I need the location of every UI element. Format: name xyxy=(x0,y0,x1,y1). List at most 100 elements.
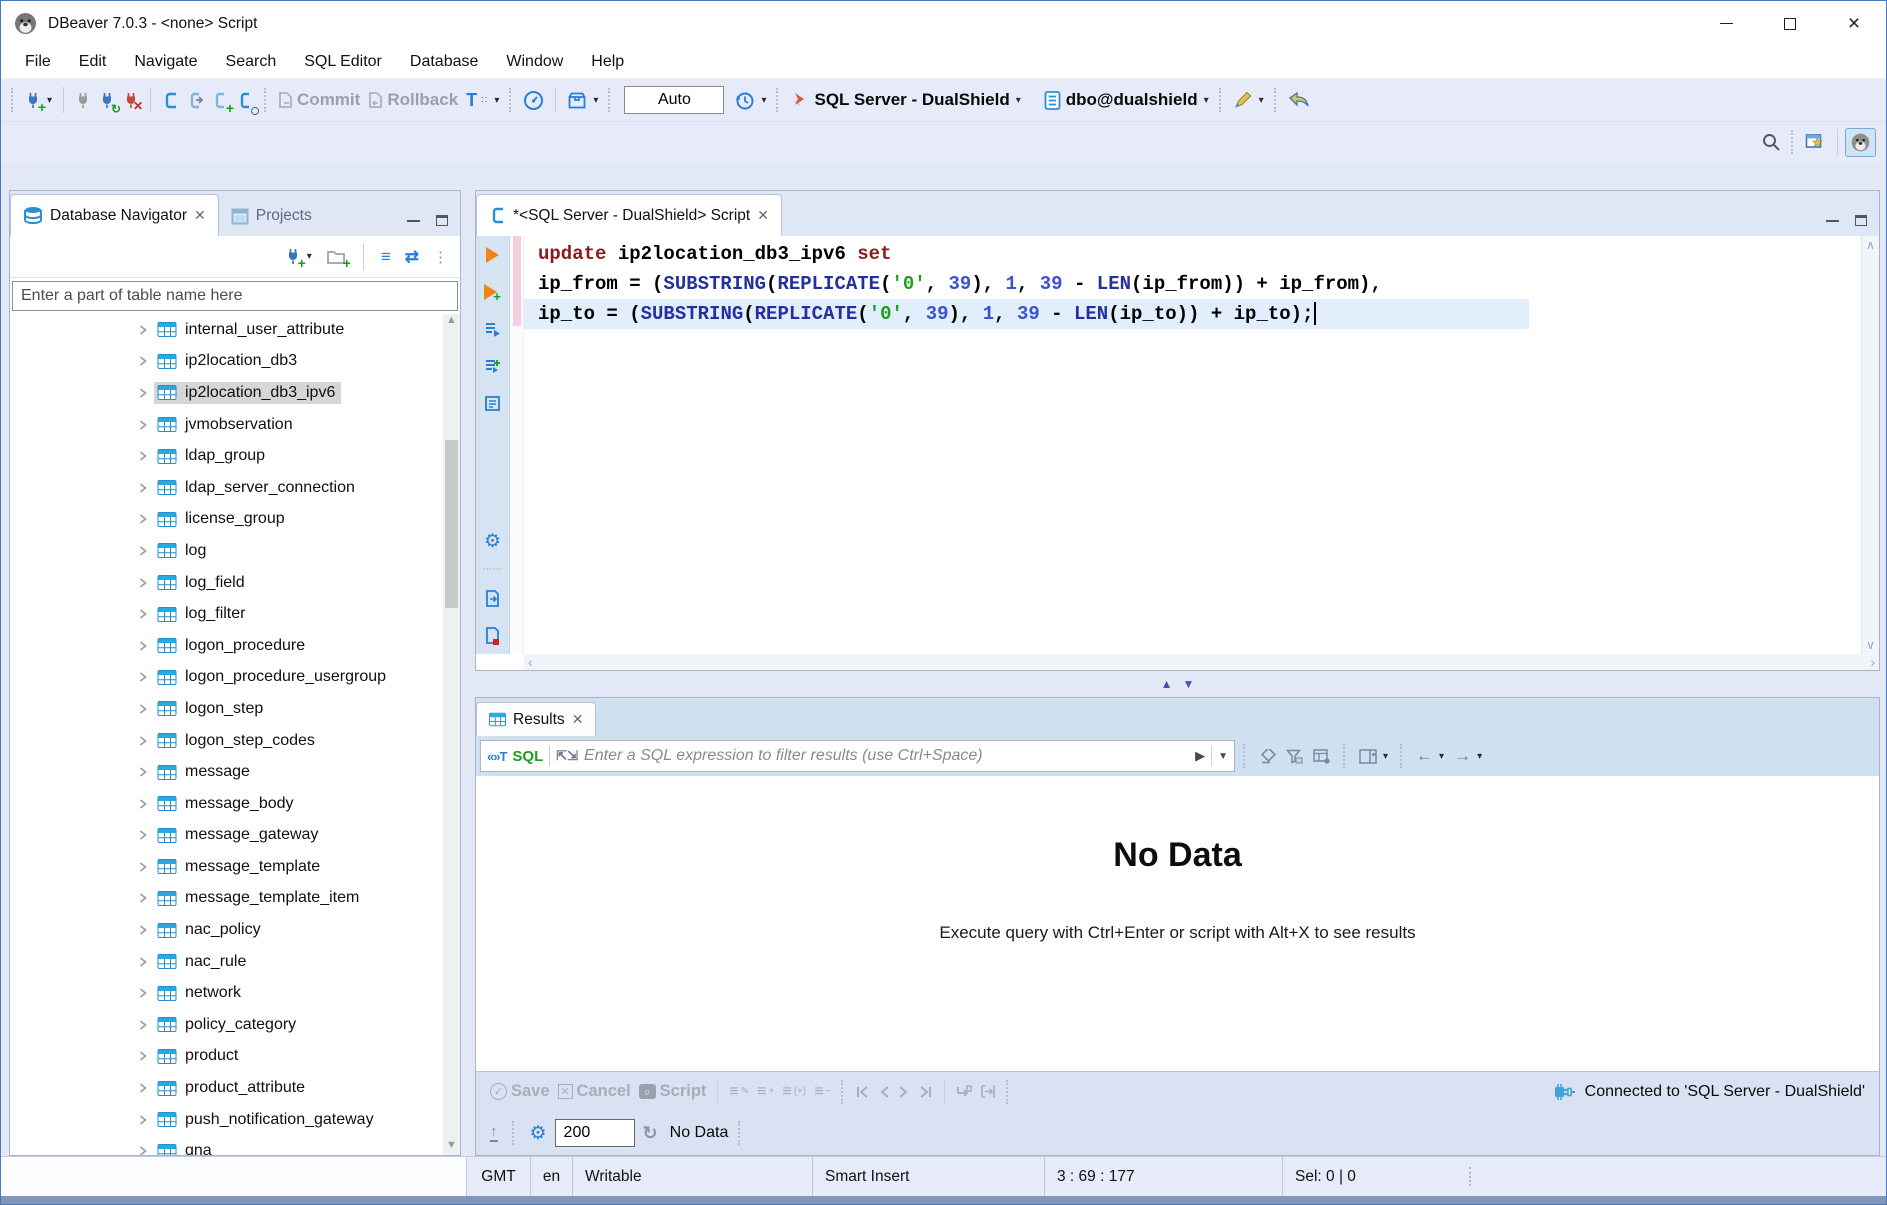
execute-new-tab-button[interactable]: + xyxy=(476,273,509,310)
expand-chevron-icon[interactable] xyxy=(138,1082,154,1094)
expand-chevron-icon[interactable] xyxy=(138,703,154,715)
tree-item-network[interactable]: network xyxy=(10,977,460,1009)
explain-plan-button[interactable] xyxy=(476,385,509,422)
sash-up-icon[interactable]: ▲ xyxy=(1161,677,1173,691)
expand-chevron-icon[interactable] xyxy=(138,766,154,778)
expand-chevron-icon[interactable] xyxy=(138,1019,154,1031)
panel-minimize-icon[interactable] xyxy=(1826,220,1839,222)
close-button[interactable]: × xyxy=(1822,1,1886,46)
tree-item-policy_category[interactable]: policy_category xyxy=(10,1009,460,1041)
editor-results-sash[interactable]: ▲ ▼ xyxy=(475,671,1880,697)
filter-history-icon[interactable]: ▼ xyxy=(1218,751,1228,762)
scroll-down-icon[interactable]: ∨ xyxy=(1866,638,1875,652)
expand-chevron-icon[interactable] xyxy=(138,671,154,683)
transaction-log-button[interactable]: ▾ xyxy=(730,87,770,114)
commit-mode-select[interactable]: Auto xyxy=(624,86,724,114)
previous-row-button[interactable] xyxy=(874,1082,894,1102)
menu-database[interactable]: Database xyxy=(396,53,493,71)
next-row-button[interactable] xyxy=(894,1082,914,1102)
menu-search[interactable]: Search xyxy=(212,53,291,71)
last-row-button[interactable] xyxy=(914,1082,937,1102)
collapse-all-button[interactable]: ≡ xyxy=(377,244,395,270)
expand-chevron-icon[interactable] xyxy=(138,987,154,999)
tree-item-ldap_group[interactable]: ldap_group xyxy=(10,440,460,472)
edit-row-button[interactable]: ≡✎ xyxy=(725,1080,753,1104)
custom-filter-button[interactable] xyxy=(1282,746,1307,767)
tree-item-logon_procedure_usergroup[interactable]: logon_procedure_usergroup xyxy=(10,662,460,694)
code-line-2[interactable]: ip_from = (SUBSTRING(REPLICATE('0', 39),… xyxy=(538,269,1861,299)
menu-window[interactable]: Window xyxy=(492,53,577,71)
previous-query-button[interactable] xyxy=(1284,87,1314,113)
expand-chevron-icon[interactable] xyxy=(138,513,154,525)
expand-chevron-icon[interactable] xyxy=(138,892,154,904)
tree-item-product_attribute[interactable]: product_attribute xyxy=(10,1072,460,1104)
fetch-page-button[interactable] xyxy=(952,1081,976,1102)
new-connection-button[interactable]: + ▾ xyxy=(21,89,56,112)
disconnect-button[interactable]: ✕ xyxy=(119,89,143,112)
tab-close-icon[interactable]: ✕ xyxy=(572,711,584,728)
tree-item-log_field[interactable]: log_field xyxy=(10,567,460,599)
expand-chevron-icon[interactable] xyxy=(138,419,154,431)
expand-chevron-icon[interactable] xyxy=(138,1050,154,1062)
tab-sql-script[interactable]: *<SQL Server - DualShield> Script ✕ xyxy=(476,194,782,236)
tree-item-push_notification_gateway[interactable]: push_notification_gateway xyxy=(10,1104,460,1136)
apply-filter-icon[interactable]: ▶ xyxy=(1195,748,1205,764)
copy-row-button[interactable]: ≡(+) xyxy=(778,1080,810,1104)
tree-item-nac_policy[interactable]: nac_policy xyxy=(10,914,460,946)
expand-chevron-icon[interactable] xyxy=(138,387,154,399)
scroll-down-icon[interactable]: ▼ xyxy=(446,1139,457,1155)
cancel-button[interactable]: ✕Cancel xyxy=(554,1079,635,1104)
script-button[interactable]: ○Script xyxy=(635,1079,711,1104)
menu-help[interactable]: Help xyxy=(577,53,638,71)
sql-editor-button[interactable] xyxy=(158,88,183,113)
export-result-button[interactable] xyxy=(476,579,509,616)
editor-settings-button[interactable]: ⚙ xyxy=(476,522,509,559)
tree-item-logon_step_codes[interactable]: logon_step_codes xyxy=(10,725,460,757)
tree-item-log_filter[interactable]: log_filter xyxy=(10,598,460,630)
editor-vertical-scrollbar[interactable]: ∧ ∨ xyxy=(1861,236,1879,654)
menu-file[interactable]: File xyxy=(11,53,65,71)
sash-down-icon[interactable]: ▼ xyxy=(1183,677,1195,691)
expand-chevron-icon[interactable] xyxy=(138,829,154,841)
sql-editor-new-button[interactable] xyxy=(183,88,208,113)
package-button[interactable]: ▾ xyxy=(563,88,602,113)
expand-chevron-icon[interactable] xyxy=(138,1114,154,1126)
expand-chevron-icon[interactable] xyxy=(138,577,154,589)
minimize-button[interactable] xyxy=(1694,1,1758,46)
tree-item-logon_procedure[interactable]: logon_procedure xyxy=(10,630,460,662)
grid-settings-button[interactable] xyxy=(1309,746,1335,767)
rollback-button[interactable]: Rollback xyxy=(364,87,462,113)
expand-chevron-icon[interactable] xyxy=(138,640,154,652)
expand-chevron-icon[interactable] xyxy=(138,608,154,620)
dbeaver-perspective-button[interactable] xyxy=(1845,128,1876,157)
tree-item-license_group[interactable]: license_group xyxy=(10,504,460,536)
expand-chevron-icon[interactable] xyxy=(138,545,154,557)
scroll-left-icon[interactable]: ‹ xyxy=(528,654,533,670)
results-filter-input[interactable] xyxy=(584,747,1189,765)
delete-row-button[interactable]: ≡− xyxy=(810,1080,835,1104)
panel-minimize-icon[interactable] xyxy=(407,220,420,222)
link-with-editor-button[interactable]: ⇄ xyxy=(401,244,423,270)
tree-item-logon_step[interactable]: logon_step xyxy=(10,693,460,725)
tree-scrollbar[interactable]: ▲ ▼ xyxy=(443,314,460,1155)
tab-database-navigator[interactable]: Database Navigator ✕ xyxy=(10,194,219,236)
tree-item-log[interactable]: log xyxy=(10,535,460,567)
sql-editor-find-button[interactable] xyxy=(233,88,258,113)
menu-edit[interactable]: Edit xyxy=(65,53,121,71)
scroll-up-icon[interactable]: ∧ xyxy=(1866,238,1875,252)
expand-chevron-icon[interactable] xyxy=(138,355,154,367)
execute-statement-button[interactable] xyxy=(476,236,509,273)
tree-item-nac_rule[interactable]: nac_rule xyxy=(10,946,460,978)
scroll-right-icon[interactable]: › xyxy=(1870,654,1875,670)
add-row-button[interactable]: ≡+ xyxy=(753,1080,778,1104)
tree-item-ip2location_db3[interactable]: ip2location_db3 xyxy=(10,346,460,378)
performance-button[interactable] xyxy=(519,87,548,114)
scrollbar-thumb[interactable] xyxy=(445,440,458,608)
refresh-button[interactable]: ↻ xyxy=(639,1120,662,1147)
scroll-up-icon[interactable]: ▲ xyxy=(446,314,457,330)
view-menu-button[interactable]: ⋮ xyxy=(429,245,452,269)
transaction-mode-button[interactable]: T∶∶ ▾ xyxy=(462,88,503,112)
connect-button[interactable] xyxy=(71,89,95,112)
tree-item-message[interactable]: message xyxy=(10,756,460,788)
nav-back-button[interactable]: ←▾ xyxy=(1412,743,1448,769)
